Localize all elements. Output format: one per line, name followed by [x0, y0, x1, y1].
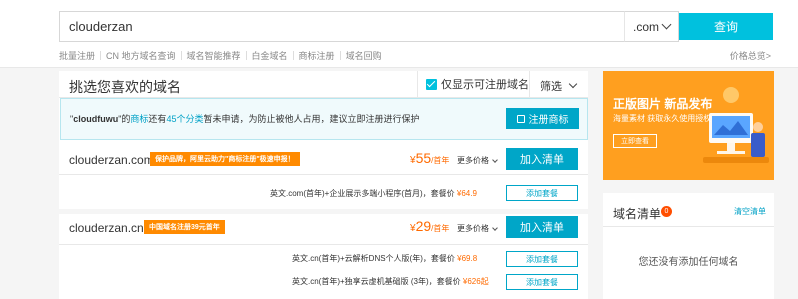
chevron-down-icon	[568, 79, 578, 89]
page-title: 挑选您喜欢的域名	[69, 79, 181, 95]
divider	[245, 51, 247, 60]
cart-title: 域名清单	[613, 207, 662, 221]
add-bundle-button[interactable]: 添加套餐	[506, 274, 578, 290]
bundle-price: ¥626起	[462, 277, 489, 286]
cart-empty-message: 您还没有添加任何域名	[638, 257, 739, 268]
only-available-checkbox[interactable]: 仅显示可注册域名	[426, 76, 529, 92]
ad-view-button[interactable]: 立即查看	[613, 134, 657, 148]
bundle-price: ¥64.9	[456, 189, 477, 198]
bundle-text: 英文.com(首年)+企业展示多端小程序(首月)，套餐价	[270, 189, 455, 198]
result-row-cn: clouderzan.cn 中国域名注册39元首年 ¥29/首年 更多价格 加入…	[59, 214, 588, 241]
ad-subtitle: 海量素材 获取永久使用授权	[613, 114, 712, 123]
register-trademark-label: 注册商标	[528, 115, 569, 126]
divider	[100, 51, 102, 60]
result-row-com: clouderzan.com 保护品牌，阿里云助力"商标注册"极速申报！ ¥55…	[59, 146, 588, 173]
trademark-text: 还有	[148, 114, 167, 124]
add-bundle-button[interactable]: 添加套餐	[506, 251, 578, 267]
register-trademark-button[interactable]: 注册商标	[506, 108, 579, 129]
bundle-text: 英文.cn(首年)+独享云虚机基础版 (3年)，套餐价	[292, 277, 461, 286]
add-to-list-button[interactable]: 加入清单	[506, 216, 578, 238]
ad-title: 正版图片 新品发布	[613, 97, 713, 111]
bundle-description: 英文.cn(首年)+云解析DNS个人版(年)，套餐价 ¥69.8	[292, 253, 477, 264]
cart-header: 域名清单 0 清空清单	[603, 193, 774, 227]
promo-ad-banner[interactable]: 正版图片 新品发布 海量素材 获取永久使用授权 立即查看	[603, 71, 774, 180]
trademark-notice: "cloudfuwu"的商标还有45个分类暂未申请，为防止被他人占用，建议立即注…	[70, 112, 419, 125]
domain-cart-panel: 域名清单 0 清空清单 您还没有添加任何域名	[603, 193, 774, 299]
trademark-banner: "cloudfuwu"的商标还有45个分类暂未申请，为防止被他人占用，建议立即注…	[60, 98, 588, 140]
more-price-label: 更多价格	[457, 156, 489, 165]
trademark-icon	[516, 114, 525, 123]
bundle-text: 英文.cn(首年)+云解析DNS个人版(年)，套餐价	[292, 254, 455, 263]
checkbox-checked-icon[interactable]	[426, 78, 437, 90]
subnav-bulk-register[interactable]: 批量注册	[59, 49, 95, 62]
price-unit: /首年	[431, 156, 450, 165]
price-unit: /首年	[431, 224, 450, 233]
suffix-select[interactable]: .com	[624, 11, 679, 42]
promo-tag: 中国域名注册39元首年	[144, 220, 225, 234]
divider	[180, 51, 182, 60]
divider	[292, 51, 294, 60]
bundle-description: 英文.com(首年)+企业展示多端小程序(首月)，套餐价 ¥64.9	[270, 188, 477, 199]
subnav-trademark[interactable]: 商标注册	[299, 49, 335, 62]
subnav-buyback[interactable]: 域名回购	[346, 49, 382, 62]
add-bundle-button[interactable]: 添加套餐	[506, 185, 578, 201]
bundle-description: 英文.cn(首年)+独享云虚机基础版 (3年)，套餐价 ¥626起	[292, 276, 489, 287]
illustration-icon	[703, 87, 769, 163]
price-value: 55	[415, 150, 432, 166]
trademark-classes-link[interactable]: 45个分类	[166, 114, 203, 124]
search-button[interactable]: 查询	[679, 13, 773, 40]
filter-dropdown[interactable]: 筛选	[540, 78, 578, 94]
promo-tag: 保护品牌，阿里云助力"商标注册"极速申报！	[150, 152, 300, 166]
more-price-dropdown[interactable]: 更多价格	[457, 223, 498, 234]
domain-name: clouderzan.cn	[69, 221, 144, 235]
only-available-label: 仅显示可注册域名	[441, 79, 529, 91]
more-price-dropdown[interactable]: 更多价格	[457, 155, 498, 166]
trademark-brand: cloudfuwu	[73, 114, 119, 124]
cart-count-badge: 0	[661, 206, 672, 217]
more-price-label: 更多价格	[457, 224, 489, 233]
clear-cart-link[interactable]: 清空清单	[734, 206, 766, 217]
bundle-row: 英文.com(首年)+企业展示多端小程序(首月)，套餐价 ¥64.9 添加套餐	[59, 175, 588, 209]
chevron-down-icon	[661, 19, 672, 30]
search-header: .com 查询 批量注册 CN 地方域名查询 域名智能推荐 白金域名 商标注册 …	[0, 0, 798, 68]
domain-search-input[interactable]	[60, 12, 625, 41]
results-header: 挑选您喜欢的域名 仅显示可注册域名 筛选	[59, 71, 588, 98]
add-to-list-button[interactable]: 加入清单	[506, 148, 578, 170]
suffix-select-value: .com	[633, 19, 660, 34]
divider	[529, 71, 530, 98]
subnav-cn-local[interactable]: CN 地方域名查询	[106, 49, 176, 62]
price: ¥29/首年	[410, 218, 449, 234]
filter-label: 筛选	[540, 81, 562, 93]
price-overview-link[interactable]: 价格总览>	[730, 49, 771, 62]
subnav-platinum[interactable]: 白金域名	[252, 49, 288, 62]
bundle-price: ¥69.8	[457, 254, 478, 263]
trademark-text: "的	[118, 114, 131, 124]
trademark-text: 暂未申请，为防止被他人占用，建议立即注册进行保护	[203, 114, 420, 124]
chevron-down-icon	[492, 224, 498, 231]
bundle-row: 英文.cn(首年)+云解析DNS个人版(年)，套餐价 ¥69.8 添加套餐 英文…	[59, 245, 588, 299]
search-subnav: 批量注册 CN 地方域名查询 域名智能推荐 白金域名 商标注册 域名回购	[59, 49, 382, 62]
divider	[417, 71, 418, 98]
search-box	[59, 11, 625, 42]
trademark-link[interactable]: 商标	[130, 114, 148, 124]
price: ¥55/首年	[410, 150, 449, 166]
price-value: 29	[415, 218, 432, 234]
domain-results-panel: 挑选您喜欢的域名 仅显示可注册域名 筛选 "cloudfuwu"的商标还有45个…	[59, 71, 588, 299]
subnav-smart-recommend[interactable]: 域名智能推荐	[187, 49, 241, 62]
domain-name: clouderzan.com	[69, 153, 154, 167]
divider	[339, 51, 341, 60]
chevron-down-icon	[492, 156, 498, 163]
